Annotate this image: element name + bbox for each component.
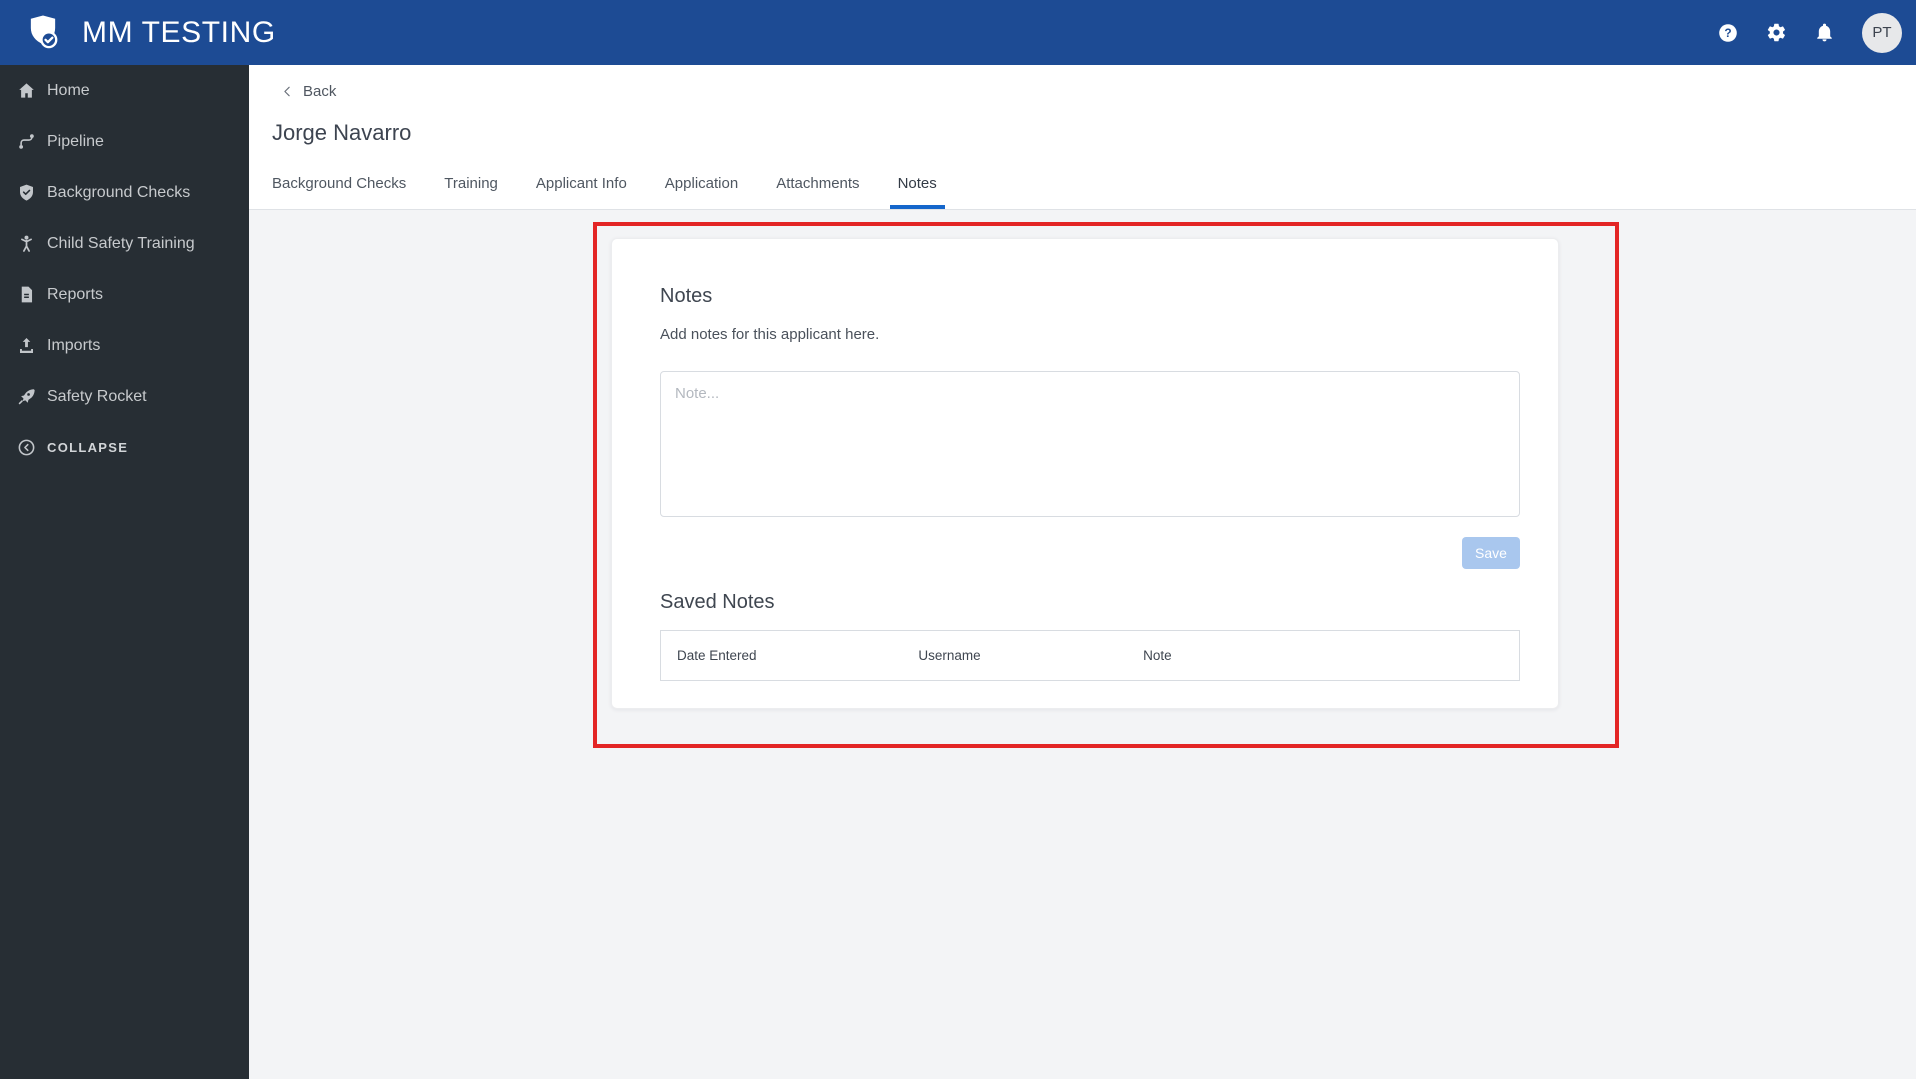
home-icon — [15, 80, 37, 102]
sidebar-item-label: Child Safety Training — [47, 234, 195, 252]
tab-bar: Background Checks Training Applicant Inf… — [264, 175, 967, 209]
report-icon — [15, 284, 37, 306]
table-header-row: Date Entered Username Note — [661, 631, 1519, 680]
sidebar-item-pipeline[interactable]: Pipeline — [0, 116, 249, 167]
chevron-left-circle-icon — [15, 437, 37, 459]
shield-check-icon — [15, 182, 37, 204]
page-title: Jorge Navarro — [272, 120, 412, 145]
notes-heading: Notes — [660, 285, 713, 307]
sidebar-item-label: Home — [47, 81, 90, 99]
sidebar-item-label: Imports — [47, 336, 101, 354]
sidebar-item-label: Reports — [47, 285, 104, 303]
notes-description: Add notes for this applicant here. — [660, 326, 880, 343]
rocket-icon — [15, 386, 37, 408]
sidebar-collapse-button[interactable]: COLLAPSE — [0, 422, 249, 473]
notes-card: Notes Add notes for this applicant here.… — [611, 238, 1559, 709]
sidebar-item-label: Safety Rocket — [47, 387, 147, 405]
column-header-date-entered: Date Entered — [677, 648, 757, 663]
tab-attachments[interactable]: Attachments — [768, 175, 867, 209]
sidebar-item-label: Pipeline — [47, 132, 104, 150]
save-button[interactable]: Save — [1462, 537, 1520, 569]
sidebar-item-imports[interactable]: Imports — [0, 320, 249, 371]
sidebar-item-reports[interactable]: Reports — [0, 269, 249, 320]
chevron-left-icon — [281, 85, 295, 99]
note-input[interactable] — [660, 371, 1520, 517]
column-header-username: Username — [918, 648, 981, 663]
shield-check-logo[interactable] — [24, 11, 62, 55]
sidebar-item-label: Background Checks — [47, 183, 191, 201]
tab-notes[interactable]: Notes — [889, 175, 945, 209]
back-button[interactable]: Back — [281, 83, 336, 100]
tab-training[interactable]: Training — [436, 175, 506, 209]
content-area: Notes Add notes for this applicant here.… — [249, 210, 1916, 1079]
sidebar-collapse-label: COLLAPSE — [47, 440, 129, 455]
annotation-rectangle: Notes Add notes for this applicant here.… — [593, 222, 1619, 748]
sidebar-item-background-checks[interactable]: Background Checks — [0, 167, 249, 218]
topbar: MM TESTING ? PT — [0, 0, 1916, 65]
pipeline-icon — [15, 131, 37, 153]
child-icon — [15, 233, 37, 255]
help-icon[interactable]: ? — [1706, 11, 1750, 55]
saved-notes-table: Date Entered Username Note — [660, 630, 1520, 681]
topbar-actions: ? PT — [1702, 11, 1902, 55]
page-header: Back Jorge Navarro Background Checks Tra… — [249, 65, 1916, 210]
sidebar-item-safety-rocket[interactable]: Safety Rocket — [0, 371, 249, 422]
notes-actions: Save — [660, 537, 1520, 569]
back-label: Back — [303, 83, 337, 100]
saved-notes-heading: Saved Notes — [660, 591, 775, 613]
gear-icon[interactable] — [1754, 11, 1798, 55]
tab-background-checks[interactable]: Background Checks — [264, 175, 414, 209]
sidebar-item-home[interactable]: Home — [0, 65, 249, 116]
column-header-note: Note — [1143, 648, 1172, 663]
avatar[interactable]: PT — [1862, 12, 1902, 53]
svg-text:?: ? — [1724, 26, 1731, 40]
tab-application[interactable]: Application — [657, 175, 746, 209]
main-content: Back Jorge Navarro Background Checks Tra… — [249, 65, 1916, 1079]
tab-applicant-info[interactable]: Applicant Info — [528, 175, 635, 209]
bell-icon[interactable] — [1802, 11, 1846, 55]
sidebar-item-child-safety-training[interactable]: Child Safety Training — [0, 218, 249, 269]
upload-icon — [15, 335, 37, 357]
sidebar: Home Pipeline Background Checks Child Sa… — [0, 65, 249, 1079]
app-title: MM TESTING — [82, 15, 276, 49]
